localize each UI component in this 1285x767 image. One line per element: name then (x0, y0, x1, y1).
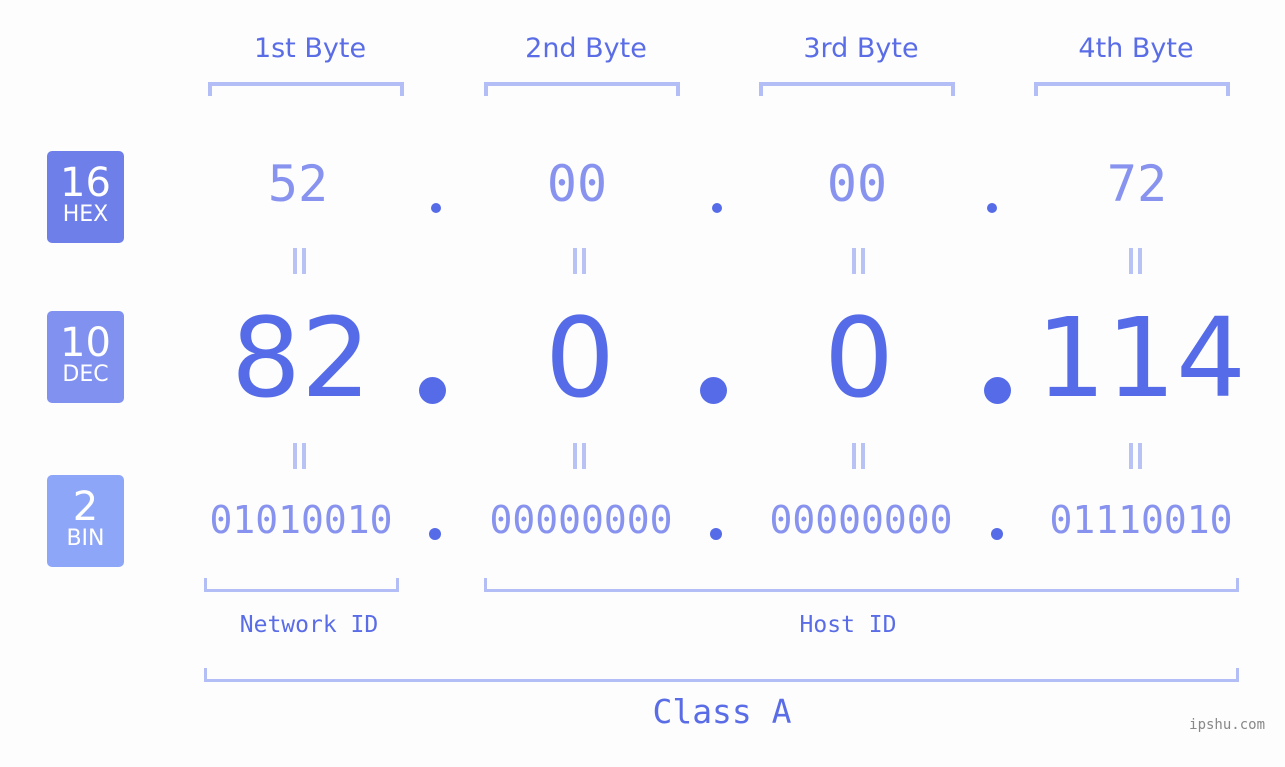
watermark: ipshu.com (1189, 717, 1265, 733)
byte-bracket-3 (759, 82, 955, 96)
byte-header-4: 4th Byte (1078, 33, 1194, 64)
hex-value-3: 00 (826, 155, 888, 213)
hex-label: HEX (62, 202, 109, 227)
equals-icon (849, 248, 869, 274)
bin-value-1: 01010010 (209, 498, 393, 542)
host-id-label: Host ID (799, 612, 897, 638)
dec-dot-2 (700, 377, 727, 404)
hex-dot-2 (712, 203, 722, 213)
dec-value-2: 0 (545, 294, 615, 422)
network-bracket (204, 578, 399, 592)
dec-value-3: 0 (824, 294, 894, 422)
equals-icon (290, 248, 310, 274)
bin-value-3: 00000000 (769, 498, 953, 542)
equals-icon (570, 443, 590, 469)
equals-icon (849, 443, 869, 469)
bin-label: BIN (66, 526, 105, 551)
class-bracket (204, 668, 1239, 682)
dec-label: DEC (62, 362, 109, 387)
hex-value-2: 00 (546, 155, 608, 213)
dec-badge: 10 DEC (47, 311, 124, 403)
bin-value-4: 01110010 (1049, 498, 1233, 542)
bin-badge: 2 BIN (47, 475, 124, 567)
hex-badge: 16 HEX (47, 151, 124, 243)
dec-base: 10 (60, 320, 111, 366)
hex-value-1: 52 (267, 155, 329, 213)
hex-dot-3 (987, 203, 997, 213)
host-bracket (484, 578, 1239, 592)
byte-bracket-1 (208, 82, 404, 96)
byte-bracket-4 (1034, 82, 1230, 96)
byte-bracket-2 (484, 82, 680, 96)
equals-icon (570, 248, 590, 274)
equals-icon (1126, 248, 1146, 274)
bin-value-2: 00000000 (489, 498, 673, 542)
byte-header-3: 3rd Byte (803, 33, 919, 64)
network-id-label: Network ID (239, 612, 379, 638)
ip-class-label: Class A (652, 692, 792, 731)
bin-dot-1 (429, 528, 441, 540)
dec-value-4: 114 (1036, 294, 1246, 422)
bin-dot-3 (991, 528, 1003, 540)
hex-base: 16 (60, 160, 111, 206)
bin-base: 2 (72, 484, 99, 530)
hex-value-4: 72 (1106, 155, 1168, 213)
byte-header-1: 1st Byte (253, 33, 367, 64)
byte-header-2: 2nd Byte (525, 33, 647, 64)
equals-icon (290, 443, 310, 469)
equals-icon (1126, 443, 1146, 469)
bin-dot-2 (710, 528, 722, 540)
hex-dot-1 (431, 203, 441, 213)
dec-dot-3 (984, 377, 1011, 404)
dec-dot-1 (419, 377, 446, 404)
dec-value-1: 82 (231, 294, 371, 422)
